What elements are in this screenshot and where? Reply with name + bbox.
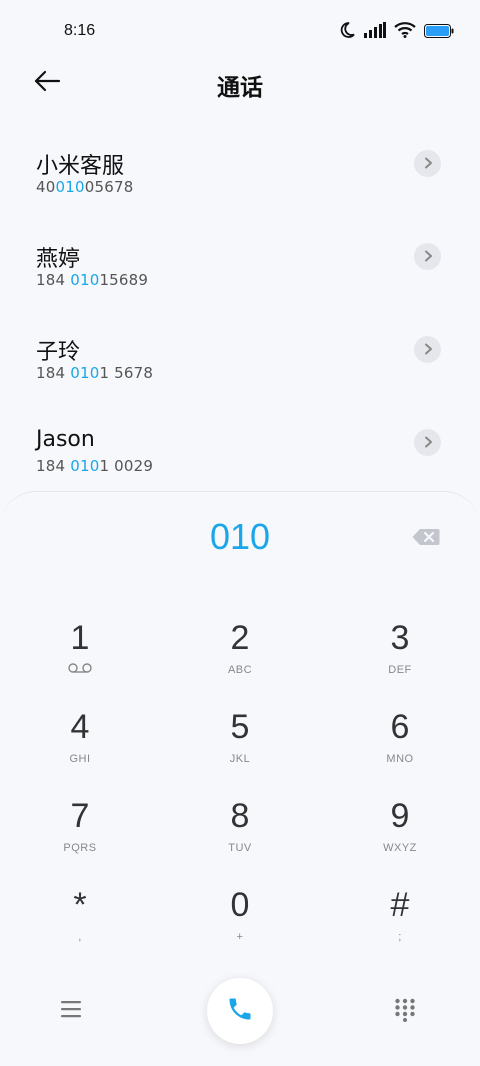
contact-item[interactable]: 小米客服 4001005678 [0, 140, 480, 233]
key-3[interactable]: 3 DEF [340, 618, 460, 696]
key-2[interactable]: 2 ABC [180, 618, 300, 696]
wifi-icon [394, 22, 416, 42]
moon-icon [338, 21, 356, 43]
contact-item[interactable]: 燕婷 184 01015689 [0, 233, 480, 326]
dialpad-icon [394, 998, 416, 1026]
contact-number: 4001005678 [36, 178, 134, 196]
key-9[interactable]: 9 WXYZ [340, 796, 460, 874]
key-star[interactable]: * , [20, 885, 140, 963]
battery-icon [424, 23, 454, 42]
key-7[interactable]: 7 PQRS [20, 796, 140, 874]
contact-name: 子玲 [36, 340, 81, 365]
dial-panel: 010 1 2 ABC 3 DEF 4 GHI 5 JKL 6 MNO 7 PQ… [0, 491, 480, 1066]
backspace-icon [412, 529, 440, 550]
backspace-button[interactable] [412, 528, 442, 548]
key-0[interactable]: 0 + [180, 885, 300, 963]
status-time: 8:16 [64, 22, 96, 39]
chevron-right-icon [423, 433, 433, 452]
menu-button[interactable] [60, 1000, 86, 1022]
status-bar: 8:16 [0, 0, 480, 62]
status-icons [338, 22, 454, 42]
key-5[interactable]: 5 JKL [180, 707, 300, 785]
contact-item[interactable]: 子玲 184 0101 5678 [0, 326, 480, 419]
phone-icon [226, 995, 254, 1027]
key-6[interactable]: 6 MNO [340, 707, 460, 785]
contact-number: 184 01015689 [36, 271, 149, 289]
dialer-bottom-bar [0, 976, 480, 1056]
key-hash[interactable]: # ; [340, 885, 460, 963]
page-title: 通话 [217, 75, 263, 101]
key-1[interactable]: 1 [20, 618, 140, 696]
call-button[interactable] [207, 978, 273, 1044]
chevron-right-icon [423, 340, 433, 359]
contact-name: 小米客服 [36, 154, 125, 179]
header: 通话 [0, 62, 480, 106]
contact-name: Jason [36, 427, 95, 452]
menu-icon [60, 1001, 82, 1022]
contact-number: 184 0101 5678 [36, 364, 154, 382]
contact-detail-button[interactable] [414, 429, 441, 456]
key-4[interactable]: 4 GHI [20, 707, 140, 785]
chevron-right-icon [423, 247, 433, 266]
signal-icon [364, 22, 386, 42]
key-8[interactable]: 8 TUV [180, 796, 300, 874]
contact-name: 燕婷 [36, 247, 81, 272]
contact-detail-button[interactable] [414, 150, 441, 177]
chevron-right-icon [423, 154, 433, 173]
dial-number-display[interactable]: 010 [0, 516, 480, 558]
keypad-toggle-button[interactable] [394, 998, 420, 1024]
voicemail-icon [20, 662, 140, 677]
contact-number: 184 0101 0029 [36, 457, 154, 475]
contact-detail-button[interactable] [414, 243, 441, 270]
contact-detail-button[interactable] [414, 336, 441, 363]
